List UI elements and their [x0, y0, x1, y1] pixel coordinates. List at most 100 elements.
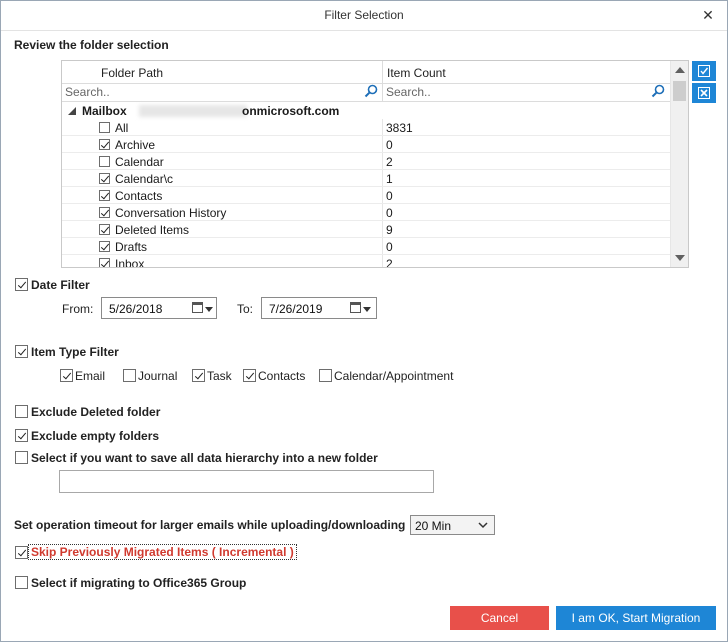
from-label: From:: [62, 302, 94, 316]
save-hierarchy-label: Select if you want to save all data hier…: [31, 451, 378, 465]
item-type-label: Contacts: [258, 369, 306, 383]
select-all-button[interactable]: [692, 61, 716, 81]
timeout-label: Set operation timeout for larger emails …: [14, 518, 406, 532]
item-count: 2: [386, 257, 393, 268]
grid-scrollbar[interactable]: [670, 61, 688, 267]
item-type-checkbox[interactable]: [192, 369, 205, 382]
item-type-filter-label: Item Type Filter: [31, 345, 119, 359]
chevron-down-icon[interactable]: [478, 522, 488, 529]
column-item-count[interactable]: Item Count: [387, 66, 446, 80]
folder-checkbox[interactable]: [99, 122, 110, 133]
exclude-empty-checkbox[interactable]: [15, 429, 28, 442]
folder-name: Drafts: [115, 240, 148, 254]
item-type-checkbox[interactable]: [243, 369, 256, 382]
folder-checkbox[interactable]: [99, 258, 110, 267]
uncheck-all-icon: [698, 87, 710, 99]
folder-name: Archive: [115, 138, 156, 152]
folder-checkbox[interactable]: [99, 190, 110, 201]
folder-checkbox[interactable]: [99, 156, 110, 167]
mailbox-label: Mailbox: [82, 104, 127, 118]
to-date-picker[interactable]: 7/26/2019: [261, 297, 377, 319]
office365-group-checkbox[interactable]: [15, 576, 28, 589]
item-type-checkbox[interactable]: [123, 369, 136, 382]
save-hierarchy-checkbox[interactable]: [15, 451, 28, 464]
incremental-label-wrap: Skip Previously Migrated Items ( Increme…: [28, 544, 297, 560]
item-count: 9: [386, 223, 393, 237]
chevron-down-icon[interactable]: [363, 307, 371, 312]
scroll-up-icon[interactable]: [675, 67, 685, 73]
table-row[interactable]: Calendar\c 1: [62, 170, 671, 187]
table-row[interactable]: Archive 0: [62, 136, 671, 153]
folder-name: Inbox: [115, 257, 145, 268]
search-icon[interactable]: [651, 84, 665, 98]
folder-name: Conversation History: [115, 206, 227, 220]
calendar-icon[interactable]: [192, 302, 203, 313]
exclude-deleted-label: Exclude Deleted folder: [31, 405, 161, 419]
search-icon[interactable]: [364, 84, 378, 98]
table-row[interactable]: Deleted Items 9: [62, 221, 671, 238]
table-row[interactable]: Inbox 2: [62, 255, 671, 268]
window-title: Filter Selection: [324, 8, 404, 22]
item-type-checkbox[interactable]: [319, 369, 332, 382]
close-icon[interactable]: ✕: [698, 5, 718, 25]
item-count: 3831: [386, 121, 413, 135]
folder-name: Calendar\c: [115, 172, 174, 186]
chevron-down-icon[interactable]: [205, 307, 213, 312]
item-type-checkbox[interactable]: [60, 369, 73, 382]
folder-name: All: [115, 121, 129, 135]
timeout-select[interactable]: 20 Min: [410, 515, 495, 535]
folder-checkbox[interactable]: [99, 207, 110, 218]
from-date-picker[interactable]: 5/26/2018: [101, 297, 217, 319]
hierarchy-folder-name-input[interactable]: [59, 470, 434, 493]
collapse-triangle-icon[interactable]: [68, 107, 76, 115]
item-count: 0: [386, 189, 393, 203]
item-type-label: Task: [207, 369, 232, 383]
table-row[interactable]: All 3831: [62, 119, 671, 136]
folder-grid: Folder Path Item Count Mailbox onmicroso…: [61, 60, 689, 268]
folder-checkbox[interactable]: [99, 224, 110, 235]
check-all-icon: [698, 65, 710, 77]
item-count: 2: [386, 155, 393, 169]
start-migration-button[interactable]: I am OK, Start Migration: [556, 606, 716, 630]
folder-name: Calendar: [115, 155, 164, 169]
table-row[interactable]: Drafts 0: [62, 238, 671, 255]
folder-checkbox[interactable]: [99, 241, 110, 252]
title-bar: Filter Selection ✕: [0, 0, 728, 31]
item-count: 1: [386, 172, 393, 186]
exclude-deleted-checkbox[interactable]: [15, 405, 28, 418]
incremental-checkbox[interactable]: [15, 546, 28, 559]
to-label: To:: [237, 302, 254, 316]
item-count: 0: [386, 240, 393, 254]
calendar-icon[interactable]: [350, 302, 361, 313]
item-count: 0: [386, 206, 393, 220]
table-row[interactable]: Conversation History 0: [62, 204, 671, 221]
folder-path-search-input[interactable]: [62, 84, 368, 100]
grid-search-row: [62, 83, 688, 102]
date-filter-checkbox[interactable]: [15, 278, 28, 291]
scroll-down-icon[interactable]: [675, 255, 685, 261]
item-type-filter-checkbox[interactable]: [15, 345, 28, 358]
deselect-all-button[interactable]: [692, 83, 716, 103]
redacted-email: [139, 105, 247, 117]
incremental-label: Skip Previously Migrated Items ( Increme…: [28, 544, 297, 560]
mailbox-domain: onmicrosoft.com: [242, 104, 340, 118]
grid-header: Folder Path Item Count: [62, 61, 688, 84]
column-folder-path[interactable]: Folder Path: [101, 66, 163, 80]
folder-name: Contacts: [115, 189, 163, 203]
item-type-label: Journal: [138, 369, 178, 383]
date-filter-label: Date Filter: [31, 278, 90, 292]
mailbox-row[interactable]: Mailbox onmicrosoft.com: [62, 102, 671, 119]
folder-section-title: Review the folder selection: [14, 38, 169, 52]
scroll-thumb[interactable]: [673, 81, 686, 101]
exclude-empty-label: Exclude empty folders: [31, 429, 160, 443]
table-row[interactable]: Contacts 0: [62, 187, 671, 204]
cancel-button[interactable]: Cancel: [450, 606, 549, 630]
table-row[interactable]: Calendar 2: [62, 153, 671, 170]
item-type-label: Email: [75, 369, 106, 383]
office365-group-label: Select if migrating to Office365 Group: [31, 576, 247, 590]
item-count-search-input[interactable]: [383, 84, 649, 100]
folder-name: Deleted Items: [115, 223, 190, 237]
item-type-label: Calendar/Appointment: [334, 369, 454, 383]
folder-checkbox[interactable]: [99, 139, 110, 150]
folder-checkbox[interactable]: [99, 173, 110, 184]
